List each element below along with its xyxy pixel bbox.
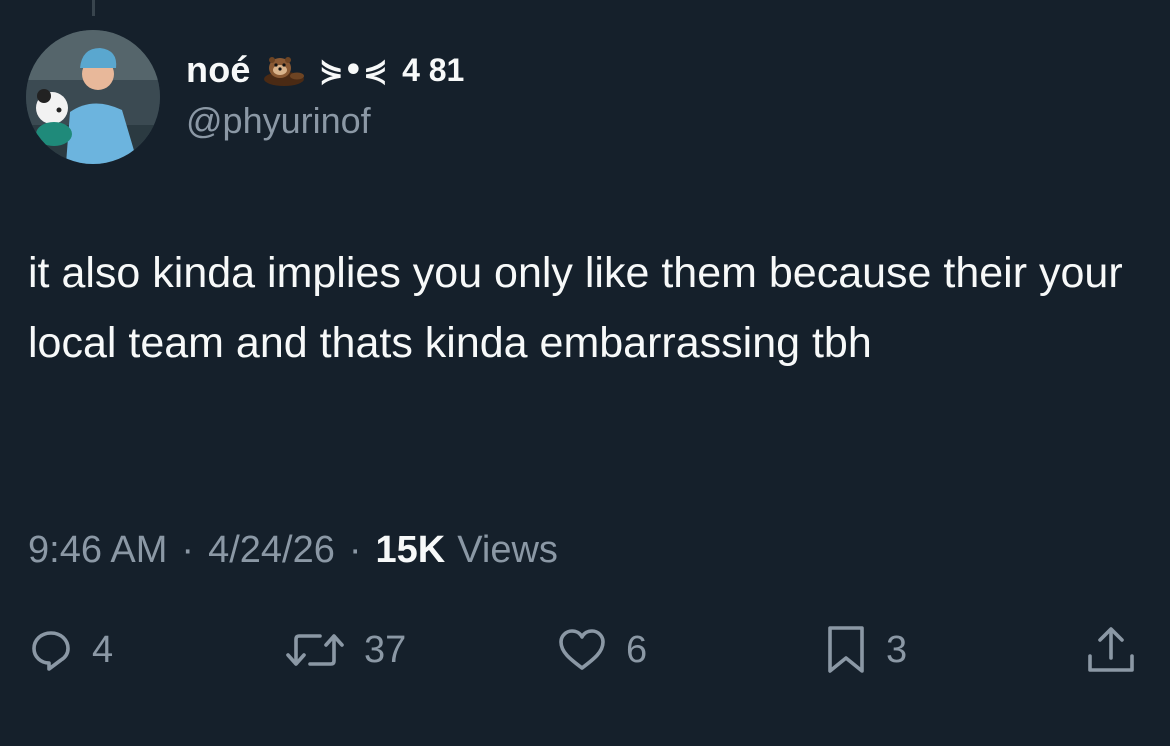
bookmark-count: 3: [886, 628, 908, 671]
avatar[interactable]: [26, 30, 160, 164]
share-icon: [1084, 624, 1138, 676]
repost-button[interactable]: 37: [284, 620, 406, 680]
name-numbers: 4 81: [402, 51, 465, 88]
tweet-meta: 9:46 AM · 4/24/26 · 15K Views: [28, 522, 558, 578]
like-count: 6: [626, 628, 648, 671]
otter-icon: [261, 50, 307, 90]
views-label[interactable]: Views: [457, 529, 558, 572]
share-button[interactable]: [1084, 620, 1138, 680]
meta-separator: ·: [181, 528, 195, 571]
heart-icon: [556, 627, 608, 673]
tweet-actions: 4 37 6 3: [28, 620, 1140, 680]
tweet-date[interactable]: 4/24/26: [208, 529, 335, 572]
author-name-row[interactable]: noé ⋟•⋞ 4 81: [186, 44, 464, 96]
tweet-text: it also kinda implies you only like them…: [28, 249, 1123, 367]
author-handle[interactable]: @phyurinof: [186, 100, 371, 142]
reply-icon: [28, 627, 74, 673]
repost-count: 37: [364, 628, 407, 671]
bookmark-button[interactable]: 3: [824, 620, 907, 680]
meta-separator: ·: [348, 528, 362, 571]
name-kaomoji: ⋟•⋞: [318, 52, 389, 88]
avatar-image: [26, 30, 160, 164]
reply-count: 4: [92, 628, 114, 671]
display-name[interactable]: noé: [186, 49, 251, 91]
tweet-time[interactable]: 9:46 AM: [28, 529, 167, 572]
bookmark-icon: [824, 624, 868, 676]
thread-connector-line: [92, 0, 95, 16]
reply-button[interactable]: 4: [28, 620, 113, 680]
repost-icon: [284, 627, 346, 673]
like-button[interactable]: 6: [556, 620, 647, 680]
views-count[interactable]: 15K: [376, 529, 446, 572]
tweet-detail: noé ⋟•⋞ 4 81 @phyurinof it also kinda im…: [0, 0, 1170, 746]
